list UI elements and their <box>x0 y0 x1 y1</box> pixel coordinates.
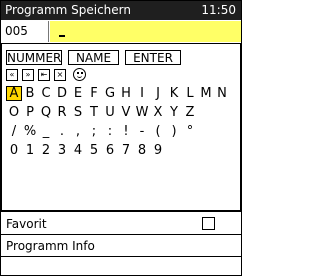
cursor-left-icon[interactable]: « <box>6 69 18 81</box>
key-button[interactable]: K <box>166 86 182 101</box>
key-button[interactable]: : <box>102 124 118 139</box>
favorit-label[interactable]: Favorit <box>6 217 47 231</box>
key-button[interactable]: M <box>198 86 214 101</box>
key-button[interactable]: W <box>134 105 150 120</box>
key-button[interactable]: 2 <box>38 143 54 158</box>
key-button[interactable]: N <box>214 86 230 101</box>
key-button[interactable]: U <box>102 105 118 120</box>
key-button[interactable]: 8 <box>134 143 150 158</box>
key-button[interactable]: S <box>70 105 86 120</box>
key-button[interactable]: D <box>54 86 70 101</box>
key-button[interactable]: Y <box>166 105 182 120</box>
key-button[interactable]: , <box>70 124 86 139</box>
divider <box>1 256 241 257</box>
programm-info-item[interactable]: Programm Info <box>6 239 95 253</box>
key-button[interactable]: V <box>118 105 134 120</box>
smiley-icon[interactable] <box>73 68 86 81</box>
key-button[interactable]: Z <box>182 105 198 120</box>
key-button[interactable]: / <box>6 124 22 139</box>
favorit-checkbox[interactable] <box>202 217 215 230</box>
key-button[interactable]: 0 <box>6 143 22 158</box>
program-save-screen: Programm Speichern 11:50 005 NUMMER NAME… <box>0 0 242 276</box>
mode-nummer-button[interactable]: NUMMER <box>6 50 62 65</box>
key-button[interactable]: L <box>182 86 198 101</box>
key-button[interactable]: 5 <box>86 143 102 158</box>
key-button[interactable]: X <box>150 105 166 120</box>
key-button[interactable]: H <box>118 86 134 101</box>
mode-name-button[interactable]: NAME <box>68 50 119 65</box>
key-button[interactable]: - <box>134 124 150 139</box>
title-bar: Programm Speichern 11:50 <box>1 1 241 20</box>
key-button[interactable]: 4 <box>70 143 86 158</box>
key-button[interactable]: ( <box>150 124 166 139</box>
key-button[interactable]: E <box>70 86 86 101</box>
divider <box>1 234 241 235</box>
backspace-icon[interactable]: ⇤ <box>38 69 50 81</box>
clear-icon[interactable]: × <box>54 69 66 81</box>
key-button[interactable]: Q <box>38 105 54 120</box>
onscreen-keyboard: NUMMER NAME ENTER « » ⇤ × ABCDEFGHIJKLMN… <box>1 43 241 211</box>
key-button[interactable]: 6 <box>102 143 118 158</box>
divider <box>1 211 241 212</box>
key-button[interactable]: B <box>22 86 38 101</box>
key-button[interactable]: _ <box>38 124 54 139</box>
key-button[interactable]: O <box>6 105 22 120</box>
program-name-input[interactable] <box>50 21 241 42</box>
key-button[interactable]: ) <box>166 124 182 139</box>
key-button[interactable]: ° <box>182 124 198 139</box>
key-button[interactable]: F <box>86 86 102 101</box>
key-button[interactable]: P <box>22 105 38 120</box>
program-number: 005 <box>1 21 49 42</box>
key-button[interactable]: ; <box>86 124 102 139</box>
key-button[interactable]: C <box>38 86 54 101</box>
key-button[interactable]: G <box>102 86 118 101</box>
key-button[interactable]: A <box>6 86 22 101</box>
screen-title: Programm Speichern <box>5 3 131 17</box>
cursor-right-icon[interactable]: » <box>22 69 34 81</box>
key-button[interactable]: J <box>150 86 166 101</box>
key-button[interactable]: 7 <box>118 143 134 158</box>
key-button[interactable]: 9 <box>150 143 166 158</box>
clock: 11:50 <box>201 3 236 17</box>
key-button[interactable]: . <box>54 124 70 139</box>
key-button[interactable]: I <box>134 86 150 101</box>
key-button[interactable]: T <box>86 105 102 120</box>
text-cursor <box>59 26 65 37</box>
key-button[interactable]: % <box>22 124 38 139</box>
name-entry-bar: 005 <box>1 21 241 42</box>
enter-button[interactable]: ENTER <box>125 50 181 65</box>
key-button[interactable]: 3 <box>54 143 70 158</box>
key-button[interactable]: ! <box>118 124 134 139</box>
key-button[interactable]: 1 <box>22 143 38 158</box>
key-button[interactable]: R <box>54 105 70 120</box>
